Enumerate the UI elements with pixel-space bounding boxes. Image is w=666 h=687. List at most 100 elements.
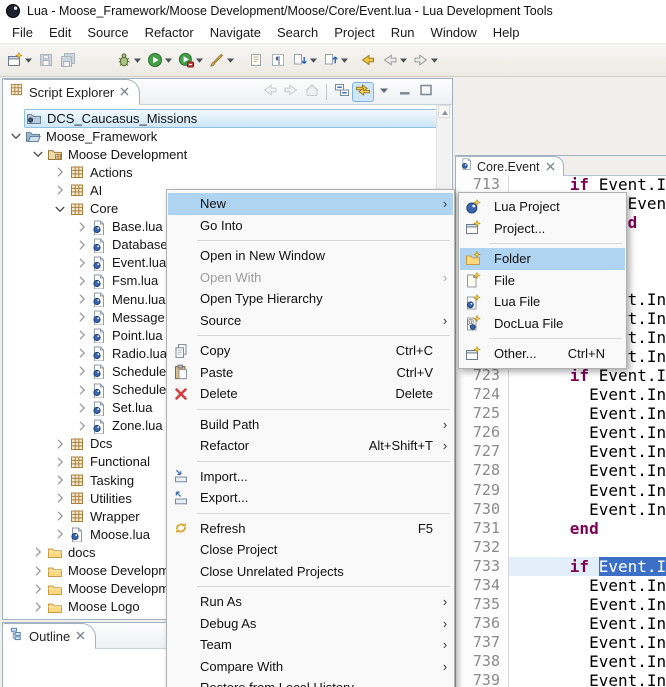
chevron-closed-icon[interactable]	[52, 526, 68, 542]
chevron-closed-icon[interactable]	[74, 273, 90, 289]
menu-item-close-project[interactable]: Close Project	[168, 539, 453, 561]
chevron-closed-icon[interactable]	[52, 454, 68, 470]
chevron-closed-icon[interactable]	[74, 237, 90, 253]
view-menu-button[interactable]	[374, 83, 394, 101]
go-home-button[interactable]	[302, 83, 322, 101]
code-line-723[interactable]: 723 if Event.Ini	[456, 366, 666, 385]
close-icon[interactable]	[546, 158, 555, 176]
menu-item-delete[interactable]: DeleteDelete	[168, 383, 453, 405]
next-annotation-button[interactable]	[290, 48, 319, 72]
menu-item-other[interactable]: Other...Ctrl+N	[460, 343, 625, 365]
chevron-closed-icon[interactable]	[30, 599, 46, 615]
chevron-closed-icon[interactable]	[52, 164, 68, 180]
chevron-closed-icon[interactable]	[30, 581, 46, 597]
menu-item-refactor[interactable]: RefactorAlt+Shift+T›	[168, 435, 453, 457]
code-line-727[interactable]: 727 Event.Ini	[456, 442, 666, 461]
chevron-closed-icon[interactable]	[74, 418, 90, 434]
menubar-item-run[interactable]: Run	[383, 23, 423, 42]
back-button[interactable]	[380, 48, 409, 72]
chevron-closed-icon[interactable]	[74, 309, 90, 325]
menubar-item-help[interactable]: Help	[485, 23, 528, 42]
menubar-item-source[interactable]: Source	[79, 23, 136, 42]
code-line-739[interactable]: 739 Event.Ini	[456, 671, 666, 687]
code-line-726[interactable]: 726 Event.Ini	[456, 423, 666, 442]
code-line-733[interactable]: 733 if Event.Ini	[456, 557, 666, 576]
menu-item-folder[interactable]: Folder	[460, 248, 625, 270]
tab-script-explorer[interactable]: Script Explorer	[3, 79, 140, 105]
chevron-open-icon[interactable]	[30, 146, 46, 162]
menu-item-lua-project[interactable]: Lua Project	[460, 196, 625, 218]
close-icon[interactable]	[76, 627, 85, 645]
chevron-closed-icon[interactable]	[74, 327, 90, 343]
chevron-closed-icon[interactable]	[30, 563, 46, 579]
tree-item-moose-framework[interactable]: Moose_Framework	[4, 127, 437, 145]
menubar-item-navigate[interactable]: Navigate	[202, 23, 269, 42]
view-forward-button[interactable]	[281, 83, 301, 101]
debug-button[interactable]	[114, 48, 143, 72]
menu-item-open-with[interactable]: Open With›	[168, 267, 453, 289]
menu-item-team[interactable]: Team›	[168, 634, 453, 656]
chevron-closed-icon[interactable]	[74, 363, 90, 379]
code-line-731[interactable]: 731 end	[456, 519, 666, 538]
menu-item-import[interactable]: Import...	[168, 466, 453, 488]
format-brush-button[interactable]	[207, 48, 236, 72]
link-editor-button[interactable]	[353, 83, 373, 101]
chevron-closed-icon[interactable]	[52, 490, 68, 506]
chevron-closed-icon[interactable]	[74, 291, 90, 307]
minimize-button[interactable]	[395, 83, 415, 101]
code-line-728[interactable]: 728 Event.Ini	[456, 461, 666, 480]
code-line-725[interactable]: 725 Event.Ini	[456, 404, 666, 423]
tab-outline[interactable]: Outline	[3, 623, 96, 649]
chevron-open-icon[interactable]	[52, 201, 68, 217]
menu-item-go-into[interactable]: Go Into	[168, 215, 453, 237]
close-icon[interactable]	[120, 83, 129, 101]
maximize-button[interactable]	[416, 83, 436, 101]
code-line-738[interactable]: 738 Event.Ini	[456, 652, 666, 671]
menu-item-export[interactable]: Export...	[168, 487, 453, 509]
code-line-729[interactable]: 729 Event.Ini	[456, 481, 666, 500]
chevron-closed-icon[interactable]	[74, 382, 90, 398]
last-edit-location-button[interactable]	[358, 48, 378, 72]
chevron-closed-icon[interactable]	[74, 255, 90, 271]
tab-core-event[interactable]: Core.Event	[456, 156, 564, 176]
save-button[interactable]	[36, 48, 56, 72]
menu-item-source[interactable]: Source›	[168, 310, 453, 332]
collapse-all-button[interactable]	[332, 83, 352, 101]
menu-item-paste[interactable]: PasteCtrl+V	[168, 362, 453, 384]
menu-item-file[interactable]: File	[460, 270, 625, 292]
code-line-735[interactable]: 735 Event.Ini	[456, 595, 666, 614]
scroll-up-icon[interactable]	[438, 105, 450, 118]
tree-item-actions[interactable]: Actions	[4, 163, 437, 181]
show-whitespace-button[interactable]: ¶	[268, 48, 288, 72]
menubar-item-file[interactable]: File	[4, 23, 41, 42]
menu-item-refresh[interactable]: RefreshF5	[168, 518, 453, 540]
menubar-item-project[interactable]: Project	[326, 23, 382, 42]
chevron-closed-icon[interactable]	[52, 182, 68, 198]
forward-button[interactable]	[411, 48, 440, 72]
menu-item-compare-with[interactable]: Compare With›	[168, 656, 453, 678]
run-external-button[interactable]	[176, 48, 205, 72]
prev-annotation-button[interactable]	[321, 48, 350, 72]
chevron-closed-icon[interactable]	[52, 436, 68, 452]
menu-item-copy[interactable]: CopyCtrl+C	[168, 340, 453, 362]
menu-item-open-in-new-window[interactable]: Open in New Window	[168, 245, 453, 267]
code-line-737[interactable]: 737 Event.Ini	[456, 633, 666, 652]
code-line-736[interactable]: 736 Event.Ini	[456, 614, 666, 633]
mark-occurrences-button[interactable]	[246, 48, 266, 72]
code-line-730[interactable]: 730 Event.Ini	[456, 500, 666, 519]
chevron-closed-icon[interactable]	[30, 617, 46, 618]
tree-item-dcs-caucasus-missions[interactable]: DCS_Caucasus_Missions	[4, 109, 437, 127]
code-line-732[interactable]: 732	[456, 538, 666, 557]
menu-item-project[interactable]: Project...	[460, 218, 625, 240]
chevron-open-icon[interactable]	[8, 128, 24, 144]
chevron-closed-icon[interactable]	[52, 508, 68, 524]
chevron-closed-icon[interactable]	[74, 345, 90, 361]
menu-item-new[interactable]: New›	[168, 193, 453, 215]
menu-item-close-unrelated-projects[interactable]: Close Unrelated Projects	[168, 561, 453, 583]
menu-item-open-type-hierarchy[interactable]: Open Type Hierarchy	[168, 288, 453, 310]
new-wizard-button[interactable]	[5, 48, 34, 72]
menubar-item-refactor[interactable]: Refactor	[137, 23, 202, 42]
menubar-item-edit[interactable]: Edit	[41, 23, 79, 42]
chevron-closed-icon[interactable]	[52, 472, 68, 488]
menu-item-restore-from-local-history[interactable]: Restore from Local History...	[168, 677, 453, 687]
